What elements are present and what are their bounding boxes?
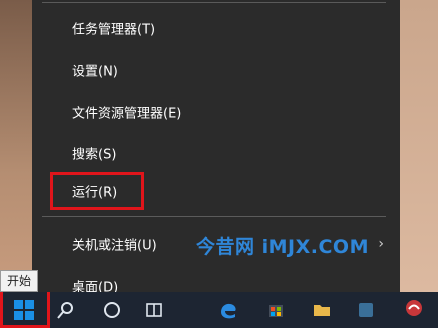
menu-item-file-explorer[interactable]: 文件资源管理器(E) bbox=[32, 94, 400, 130]
desktop-wallpaper-left bbox=[0, 0, 32, 290]
menu-divider bbox=[42, 216, 386, 217]
menu-item-label: 搜索(S) bbox=[72, 147, 117, 163]
start-tooltip: 开始 bbox=[0, 270, 39, 292]
chevron-right-icon: › bbox=[378, 236, 384, 252]
menu-item-label: 设置(N) bbox=[72, 64, 118, 80]
store-icon[interactable] bbox=[266, 300, 286, 320]
desktop-wallpaper-right bbox=[400, 0, 438, 290]
menu-item-task-manager[interactable]: 任务管理器(T) bbox=[32, 10, 400, 46]
menu-item-settings[interactable]: 设置(N) bbox=[32, 52, 400, 88]
menu-item-label: 关机或注销(U) bbox=[72, 238, 157, 254]
menu-item-label: 文件资源管理器(E) bbox=[72, 106, 182, 122]
edge-icon[interactable] bbox=[218, 300, 238, 320]
menu-item-search[interactable]: 搜索(S) bbox=[32, 135, 400, 171]
app-icon[interactable] bbox=[356, 300, 376, 320]
cortana-icon[interactable] bbox=[102, 300, 122, 320]
folder-icon[interactable] bbox=[312, 300, 332, 320]
weather-icon[interactable] bbox=[404, 298, 424, 318]
menu-item-label: 任务管理器(T) bbox=[72, 22, 156, 38]
task-view-icon[interactable] bbox=[144, 300, 164, 320]
watermark-text: 今昔网 iMJX.COM bbox=[196, 236, 369, 258]
run-highlight-box bbox=[50, 172, 144, 210]
start-highlight-box bbox=[0, 292, 50, 328]
search-icon[interactable] bbox=[56, 300, 76, 320]
menu-top-divider bbox=[42, 2, 386, 3]
